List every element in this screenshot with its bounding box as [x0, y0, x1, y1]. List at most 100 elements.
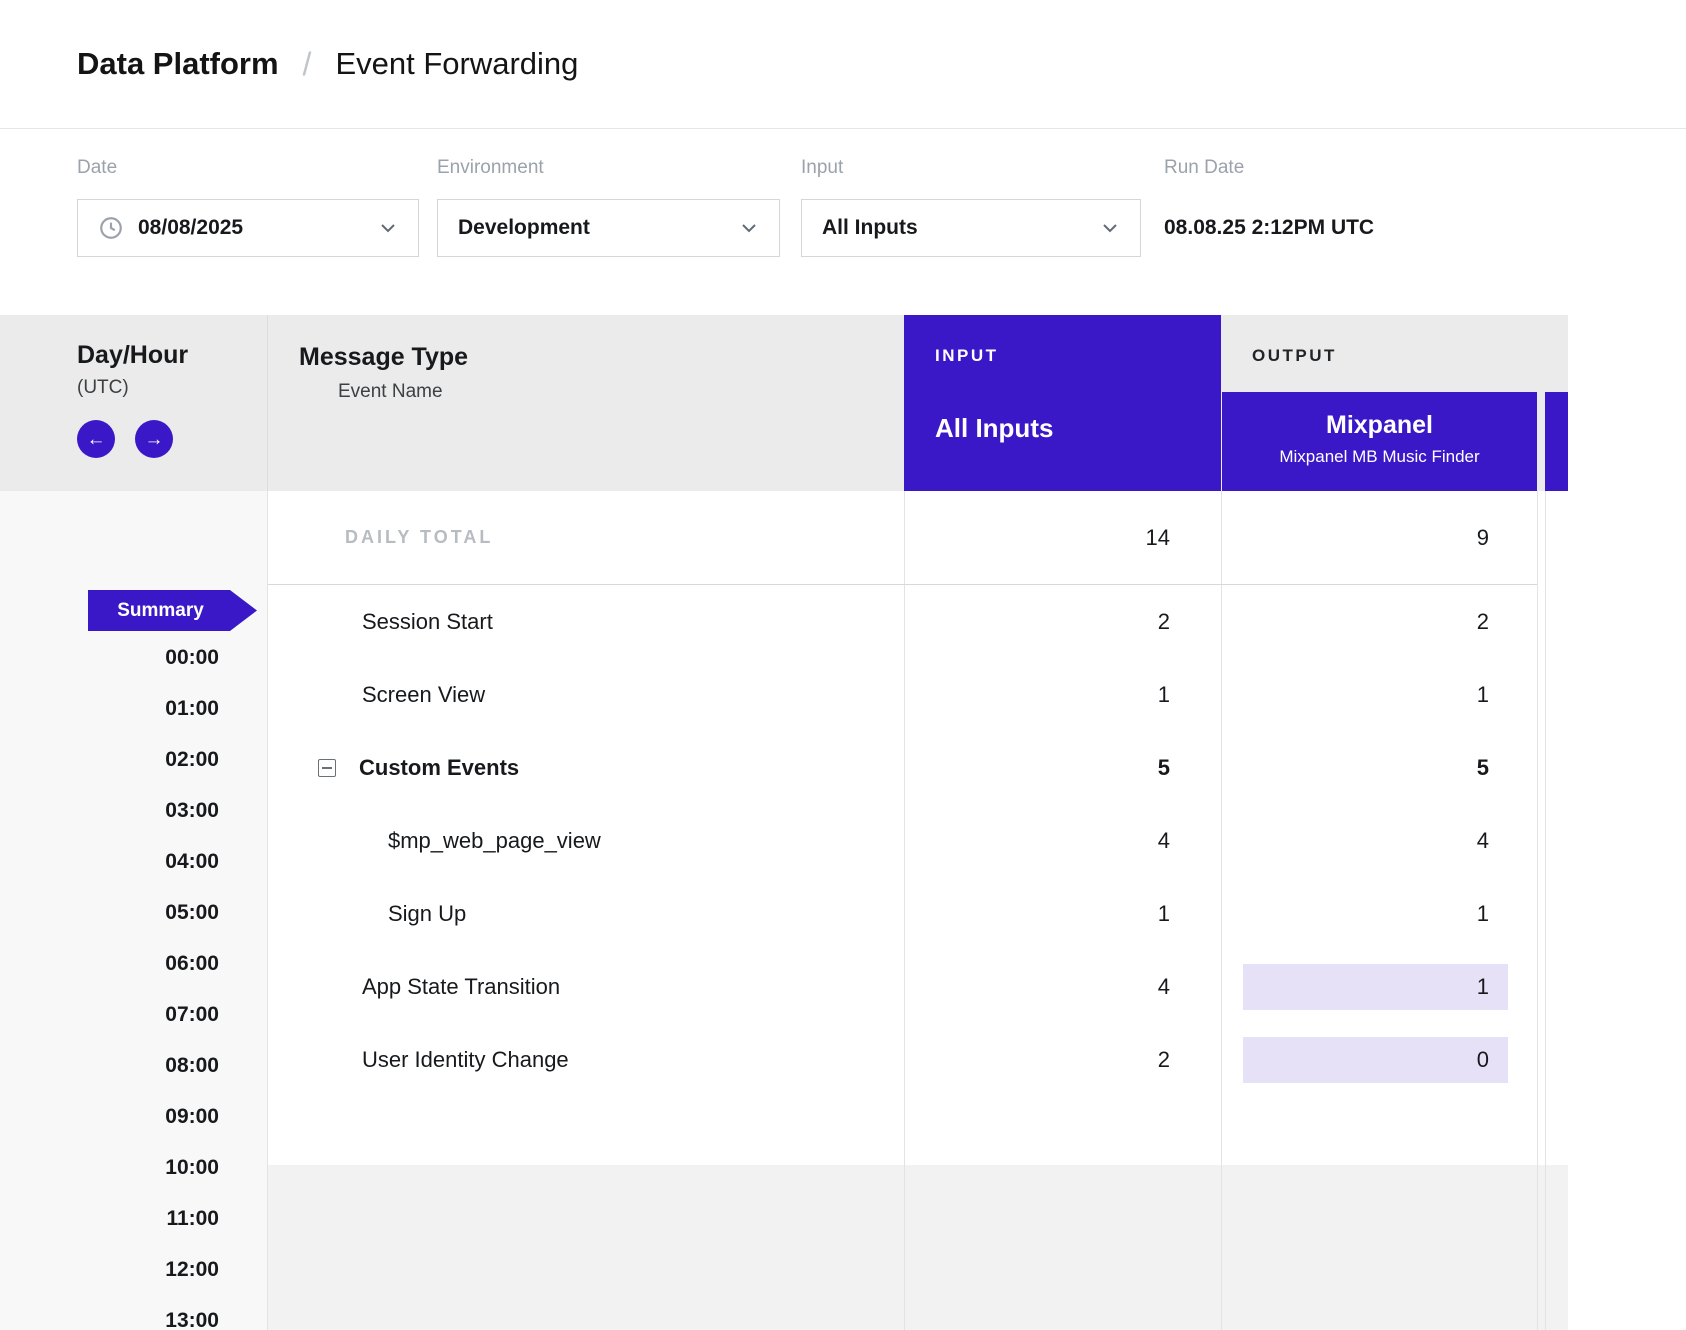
chevron-down-icon — [737, 216, 761, 240]
previous-day-button[interactable]: ← — [77, 420, 115, 458]
environment-select[interactable]: Development — [437, 199, 780, 257]
page-title: Event Forwarding — [335, 46, 578, 82]
event-rows: Session Start 2 2 Screen View 1 1 Custom… — [268, 585, 1537, 1096]
output-eyebrow: OUTPUT — [1221, 315, 1537, 366]
run-date-label: Run Date — [1164, 157, 1374, 179]
table-row: $mp_web_page_view 4 4 — [268, 804, 1537, 877]
output-count: 1 — [1221, 974, 1537, 1000]
input-count: 5 — [904, 755, 1221, 781]
summary-row-selector[interactable]: Summary — [88, 590, 257, 631]
clock-icon — [98, 215, 124, 241]
hour-item[interactable]: 00:00 — [165, 632, 219, 683]
input-count: 2 — [904, 1047, 1221, 1073]
event-name: $mp_web_page_view — [388, 828, 601, 854]
hour-item[interactable]: 11:00 — [165, 1193, 219, 1244]
input-count: 1 — [904, 682, 1221, 708]
output-count: 5 — [1221, 755, 1537, 781]
event-name: Screen View — [362, 682, 485, 708]
breadcrumb: Data Platform / Event Forwarding — [0, 0, 1686, 129]
day-navigation: ← → — [77, 420, 267, 458]
hour-item[interactable]: 07:00 — [165, 989, 219, 1040]
event-name: Session Start — [362, 609, 493, 635]
output-count: 2 — [1221, 609, 1537, 635]
table-row: Sign Up 1 1 — [268, 877, 1537, 950]
table-row: Screen View 1 1 — [268, 658, 1537, 731]
input-select-value: All Inputs — [822, 216, 918, 240]
filter-bar: Date 08/08/2025 Environment Development — [0, 129, 1686, 316]
input-count: 4 — [904, 828, 1221, 854]
arrow-right-icon: → — [145, 430, 164, 449]
column-divider — [1545, 491, 1546, 1330]
output-count: 4 — [1221, 828, 1537, 854]
input-select[interactable]: All Inputs — [801, 199, 1141, 257]
input-eyebrow: INPUT — [935, 346, 1221, 366]
daily-total-label: DAILY TOTAL — [345, 527, 493, 548]
hour-item[interactable]: 04:00 — [165, 836, 219, 887]
chevron-down-icon — [1098, 216, 1122, 240]
message-type-header: Message Type Event Name — [268, 315, 904, 491]
environment-select-value: Development — [458, 216, 590, 240]
daily-total-input-value: 14 — [904, 525, 1221, 551]
daily-total-output-value: 9 — [1221, 525, 1537, 551]
next-output-column-sliver — [1545, 392, 1568, 491]
output-count: 0 — [1221, 1047, 1537, 1073]
mixpanel-subtitle: Mixpanel MB Music Finder — [1222, 447, 1537, 467]
next-day-button[interactable]: → — [135, 420, 173, 458]
hour-item[interactable]: 13:00 — [165, 1295, 219, 1330]
breadcrumb-data-platform[interactable]: Data Platform — [77, 46, 279, 82]
mixpanel-output-header: Mixpanel Mixpanel MB Music Finder — [1222, 392, 1537, 491]
output-count: 1 — [1221, 682, 1537, 708]
environment-filter-label: Environment — [437, 157, 780, 179]
event-name: Sign Up — [388, 901, 466, 927]
daily-total-row: DAILY TOTAL 14 9 — [268, 491, 1537, 585]
mixpanel-title: Mixpanel — [1222, 411, 1537, 440]
table-footer-area — [268, 1165, 1568, 1330]
input-count: 1 — [904, 901, 1221, 927]
column-divider — [1537, 491, 1538, 1330]
day-hour-subtitle: (UTC) — [77, 377, 267, 399]
table-row: Session Start 2 2 — [268, 585, 1537, 658]
run-date-filter: Run Date 08.08.25 2:12PM UTC — [1164, 157, 1374, 257]
arrow-left-icon: ← — [87, 430, 106, 449]
input-filter-label: Input — [801, 157, 1141, 179]
summary-label: Summary — [117, 600, 204, 622]
table-row: App State Transition 4 1 — [268, 950, 1537, 1023]
message-type-title: Message Type — [299, 343, 904, 372]
hour-item[interactable]: 03:00 — [165, 785, 219, 836]
day-hour-header: Day/Hour (UTC) ← → — [0, 315, 268, 491]
output-column-header: OUTPUT Mixpanel Mixpanel MB Music Finder — [1221, 315, 1537, 491]
hour-column: Summary 00:00 01:00 02:00 03:00 04:00 05… — [0, 491, 268, 1330]
input-filter: Input All Inputs — [801, 157, 1141, 257]
input-count: 4 — [904, 974, 1221, 1000]
date-filter: Date 08/08/2025 — [77, 157, 419, 257]
input-column-header: INPUT All Inputs — [904, 315, 1221, 491]
hour-item[interactable]: 06:00 — [165, 938, 219, 989]
hour-list: 00:00 01:00 02:00 03:00 04:00 05:00 06:0… — [165, 632, 219, 1330]
event-forwarding-page: Data Platform / Event Forwarding Date 08… — [0, 0, 1686, 1330]
environment-filter: Environment Development — [437, 157, 780, 257]
run-date-value: 08.08.25 2:12PM UTC — [1164, 199, 1374, 257]
event-name-subtitle: Event Name — [338, 381, 904, 403]
hour-item[interactable]: 01:00 — [165, 683, 219, 734]
table-body: Summary 00:00 01:00 02:00 03:00 04:00 05… — [0, 491, 1686, 1330]
date-select[interactable]: 08/08/2025 — [77, 199, 419, 257]
breadcrumb-divider: / — [303, 46, 312, 83]
output-count: 1 — [1221, 901, 1537, 927]
chevron-down-icon — [376, 216, 400, 240]
hour-item[interactable]: 12:00 — [165, 1244, 219, 1295]
hour-item[interactable]: 10:00 — [165, 1142, 219, 1193]
date-select-value: 08/08/2025 — [138, 216, 243, 240]
event-name: Custom Events — [359, 755, 519, 781]
hour-item[interactable]: 02:00 — [165, 734, 219, 785]
event-name: User Identity Change — [362, 1047, 569, 1073]
table-row-custom-events: Custom Events 5 5 — [268, 731, 1537, 804]
input-count: 2 — [904, 609, 1221, 635]
date-filter-label: Date — [77, 157, 419, 179]
hour-item[interactable]: 09:00 — [165, 1091, 219, 1142]
input-column-title: All Inputs — [935, 413, 1221, 444]
collapse-icon[interactable] — [318, 759, 336, 777]
hour-item[interactable]: 08:00 — [165, 1040, 219, 1091]
table-row: User Identity Change 2 0 — [268, 1023, 1537, 1096]
hour-item[interactable]: 05:00 — [165, 887, 219, 938]
day-hour-title: Day/Hour — [77, 341, 267, 370]
